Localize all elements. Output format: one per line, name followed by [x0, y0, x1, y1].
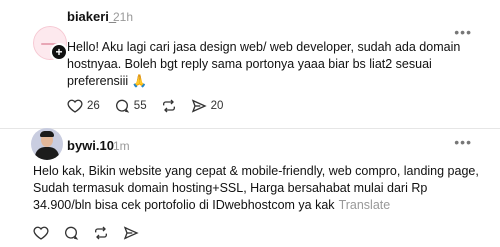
repost-icon: [95, 226, 107, 240]
post-text: Hello! Aku lagi cari jasa design web/ we…: [67, 40, 461, 88]
share-button[interactable]: 20: [191, 98, 224, 114]
share-icon: [123, 226, 139, 240]
reply-button[interactable]: 55: [114, 98, 147, 114]
reply-count: 55: [133, 100, 147, 112]
username[interactable]: biakeri_: [67, 9, 116, 24]
repost-button[interactable]: [161, 98, 177, 114]
action-bar: [33, 225, 153, 241]
like-button[interactable]: [33, 225, 49, 241]
post-1: + biakeri_ 21h ••• Hello! Aku lagi cari …: [0, 0, 500, 130]
repost-icon: [162, 99, 175, 113]
share-button[interactable]: [123, 225, 139, 241]
more-icon[interactable]: •••: [454, 24, 472, 40]
username[interactable]: bywi.10: [67, 138, 114, 153]
comment-icon: [115, 99, 130, 113]
follow-plus-icon[interactable]: +: [50, 43, 68, 61]
more-icon[interactable]: •••: [454, 134, 472, 150]
share-count: 20: [210, 100, 224, 112]
heart-icon: [33, 226, 49, 240]
post-divider: [0, 128, 500, 129]
reply-button[interactable]: [63, 225, 79, 241]
comment-icon: [65, 226, 79, 240]
like-count: 26: [87, 100, 100, 112]
heart-icon: [67, 99, 83, 113]
repost-button[interactable]: [93, 225, 109, 241]
translate-link[interactable]: Translate: [339, 198, 391, 212]
avatar[interactable]: [31, 128, 63, 160]
action-bar: 26 55 20: [67, 98, 237, 114]
like-button[interactable]: 26: [67, 98, 100, 114]
post-text-content: Helo kak, Bikin website yang cepat & mob…: [33, 164, 479, 212]
post-text: Helo kak, Bikin website yang cepat & mob…: [33, 163, 483, 214]
timestamp: 1m: [113, 139, 130, 153]
timestamp: 21h: [113, 10, 134, 24]
share-icon: [191, 99, 207, 113]
